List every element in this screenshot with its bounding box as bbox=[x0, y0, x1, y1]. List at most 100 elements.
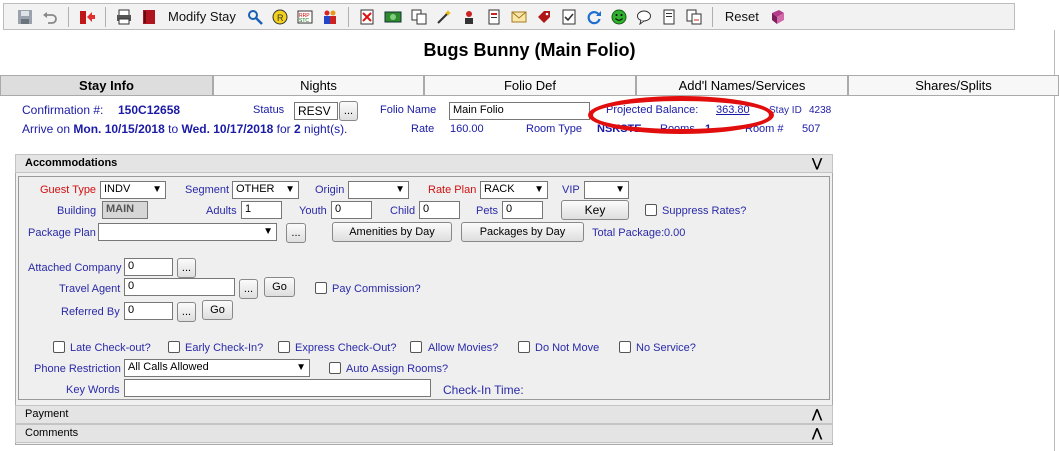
status-label: Status bbox=[253, 104, 285, 116]
adults-field[interactable]: 1 bbox=[241, 201, 282, 219]
packages-by-day-button[interactable]: Packages by Day bbox=[461, 222, 584, 242]
no-service-checkbox[interactable] bbox=[619, 341, 631, 353]
reset-button[interactable]: Reset bbox=[720, 6, 764, 28]
early-checkin-label: Early Check-In? bbox=[185, 342, 264, 354]
refresh-icon[interactable] bbox=[583, 6, 605, 28]
rate-plan-select[interactable]: RACK ▼ bbox=[480, 181, 548, 199]
allow-movies-label: Allow Movies? bbox=[428, 342, 499, 354]
checkout-icon[interactable] bbox=[76, 6, 98, 28]
auto-assign-rooms-checkbox[interactable] bbox=[329, 362, 341, 374]
travel-agent-field[interactable]: 0 bbox=[124, 278, 235, 296]
message-icon[interactable] bbox=[633, 6, 655, 28]
copy-icon[interactable] bbox=[408, 6, 430, 28]
room-number-value: 507 bbox=[802, 123, 821, 135]
key-button[interactable]: Key bbox=[561, 200, 629, 220]
key-words-field[interactable] bbox=[124, 379, 431, 397]
registration-card-icon[interactable] bbox=[483, 6, 505, 28]
for-word: for bbox=[276, 122, 291, 136]
payment-title: Payment bbox=[25, 408, 69, 420]
do-not-move-checkbox[interactable] bbox=[518, 341, 530, 353]
magic-wand-icon[interactable] bbox=[433, 6, 455, 28]
pets-field[interactable]: 0 bbox=[502, 201, 543, 219]
nights-count: 2 bbox=[294, 122, 301, 136]
folio-copy-icon[interactable] bbox=[683, 6, 705, 28]
page-title: Bugs Bunny (Main Folio) bbox=[423, 40, 636, 60]
segment-select[interactable]: OTHER ▼ bbox=[232, 181, 299, 199]
referred-by-lookup-button[interactable]: ... bbox=[177, 302, 196, 322]
email-icon[interactable] bbox=[508, 6, 530, 28]
toolbar: Modify Stay R RRP STC Reset bbox=[3, 3, 1015, 30]
travel-agent-lookup-button[interactable]: ... bbox=[239, 279, 258, 299]
guest-type-value: INDV bbox=[104, 183, 131, 195]
tab-shares-splits[interactable]: Shares/Splits bbox=[848, 75, 1059, 96]
reservation-coin-icon[interactable]: R bbox=[269, 6, 291, 28]
do-not-move-label: Do Not Move bbox=[535, 342, 600, 354]
folio-book-icon[interactable] bbox=[138, 6, 160, 28]
key-search-icon[interactable] bbox=[244, 6, 266, 28]
vip-select[interactable]: ▼ bbox=[584, 181, 629, 199]
cancel-reservation-icon[interactable] bbox=[356, 6, 378, 28]
express-checkout-checkbox[interactable] bbox=[278, 341, 290, 353]
allow-movies-checkbox[interactable] bbox=[410, 341, 422, 353]
smiley-icon[interactable] bbox=[608, 6, 630, 28]
no-service-label: No Service? bbox=[636, 342, 696, 354]
room-type-label: Room Type bbox=[526, 123, 583, 135]
express-checkout-label: Express Check-Out? bbox=[295, 342, 397, 354]
package-plan-lookup-button[interactable]: ... bbox=[286, 223, 306, 243]
expand-chevron-icon[interactable]: ⋀ bbox=[812, 425, 822, 442]
tag-icon[interactable] bbox=[533, 6, 555, 28]
auto-assign-rooms-label: Auto Assign Rooms? bbox=[346, 363, 449, 375]
chevron-down-icon: ▼ bbox=[296, 362, 306, 373]
nights-suffix: night(s). bbox=[304, 122, 348, 136]
status-field[interactable]: RESV bbox=[294, 102, 338, 120]
undo-icon[interactable] bbox=[39, 6, 61, 28]
phone-restriction-select[interactable]: All Calls Allowed ▼ bbox=[124, 359, 310, 377]
origin-select[interactable]: ▼ bbox=[348, 181, 409, 199]
key-words-label: Key Words bbox=[66, 384, 120, 396]
suppress-rates-checkbox[interactable] bbox=[645, 204, 657, 216]
guest-type-select[interactable]: INDV ▼ bbox=[100, 181, 166, 199]
travel-agent-go-button[interactable]: Go bbox=[264, 277, 295, 297]
checklist-icon[interactable] bbox=[558, 6, 580, 28]
tab-nights[interactable]: Nights bbox=[213, 75, 424, 96]
save-icon[interactable] bbox=[14, 6, 36, 28]
tab-stay-info[interactable]: Stay Info bbox=[0, 75, 213, 96]
rate-grid-icon[interactable]: RRP STC bbox=[294, 6, 316, 28]
child-field[interactable]: 0 bbox=[419, 201, 460, 219]
accommodations-header[interactable]: Accommodations ⋁ bbox=[15, 154, 833, 173]
folio-name-field[interactable]: Main Folio bbox=[449, 102, 590, 120]
expand-chevron-icon[interactable]: ⋀ bbox=[812, 406, 822, 423]
chevron-down-icon: ▼ bbox=[534, 184, 544, 195]
segment-value: OTHER bbox=[236, 183, 275, 195]
amenities-by-day-button[interactable]: Amenities by Day bbox=[332, 222, 452, 242]
referred-by-go-button[interactable]: Go bbox=[202, 300, 233, 320]
late-checkout-checkbox[interactable] bbox=[53, 341, 65, 353]
cash-icon[interactable] bbox=[381, 6, 405, 28]
chevron-down-icon: ▼ bbox=[395, 184, 405, 195]
youth-field[interactable]: 0 bbox=[331, 201, 372, 219]
svg-text:STC: STC bbox=[299, 18, 309, 24]
attached-company-field[interactable]: 0 bbox=[124, 258, 173, 276]
payment-header[interactable]: Payment ⋀ bbox=[15, 405, 833, 424]
print-icon[interactable] bbox=[113, 6, 135, 28]
referred-by-field[interactable]: 0 bbox=[124, 302, 173, 320]
rate-label: Rate bbox=[411, 123, 435, 135]
accommodations-title: Accommodations bbox=[25, 157, 118, 169]
status-lookup-button[interactable]: ... bbox=[339, 101, 358, 121]
building-field: MAIN bbox=[102, 201, 148, 219]
package-plan-select[interactable]: ▼ bbox=[98, 223, 277, 241]
guests-icon[interactable] bbox=[319, 6, 341, 28]
collapse-chevron-icon[interactable]: ⋁ bbox=[812, 155, 822, 172]
call-guest-icon[interactable] bbox=[458, 6, 480, 28]
notes-icon[interactable] bbox=[658, 6, 680, 28]
comments-header[interactable]: Comments ⋀ bbox=[15, 424, 833, 443]
tab-addl-names-services[interactable]: Add'l Names/Services bbox=[636, 75, 848, 96]
guest-book-icon[interactable] bbox=[767, 6, 789, 28]
early-checkin-checkbox[interactable] bbox=[168, 341, 180, 353]
attached-company-lookup-button[interactable]: ... bbox=[177, 258, 196, 278]
modify-stay-button[interactable]: Modify Stay bbox=[163, 6, 241, 28]
toolbar-separator bbox=[711, 6, 713, 27]
tab-folio-def[interactable]: Folio Def bbox=[424, 75, 636, 96]
pay-commission-checkbox[interactable] bbox=[315, 282, 327, 294]
rate-plan-value: RACK bbox=[484, 183, 515, 195]
